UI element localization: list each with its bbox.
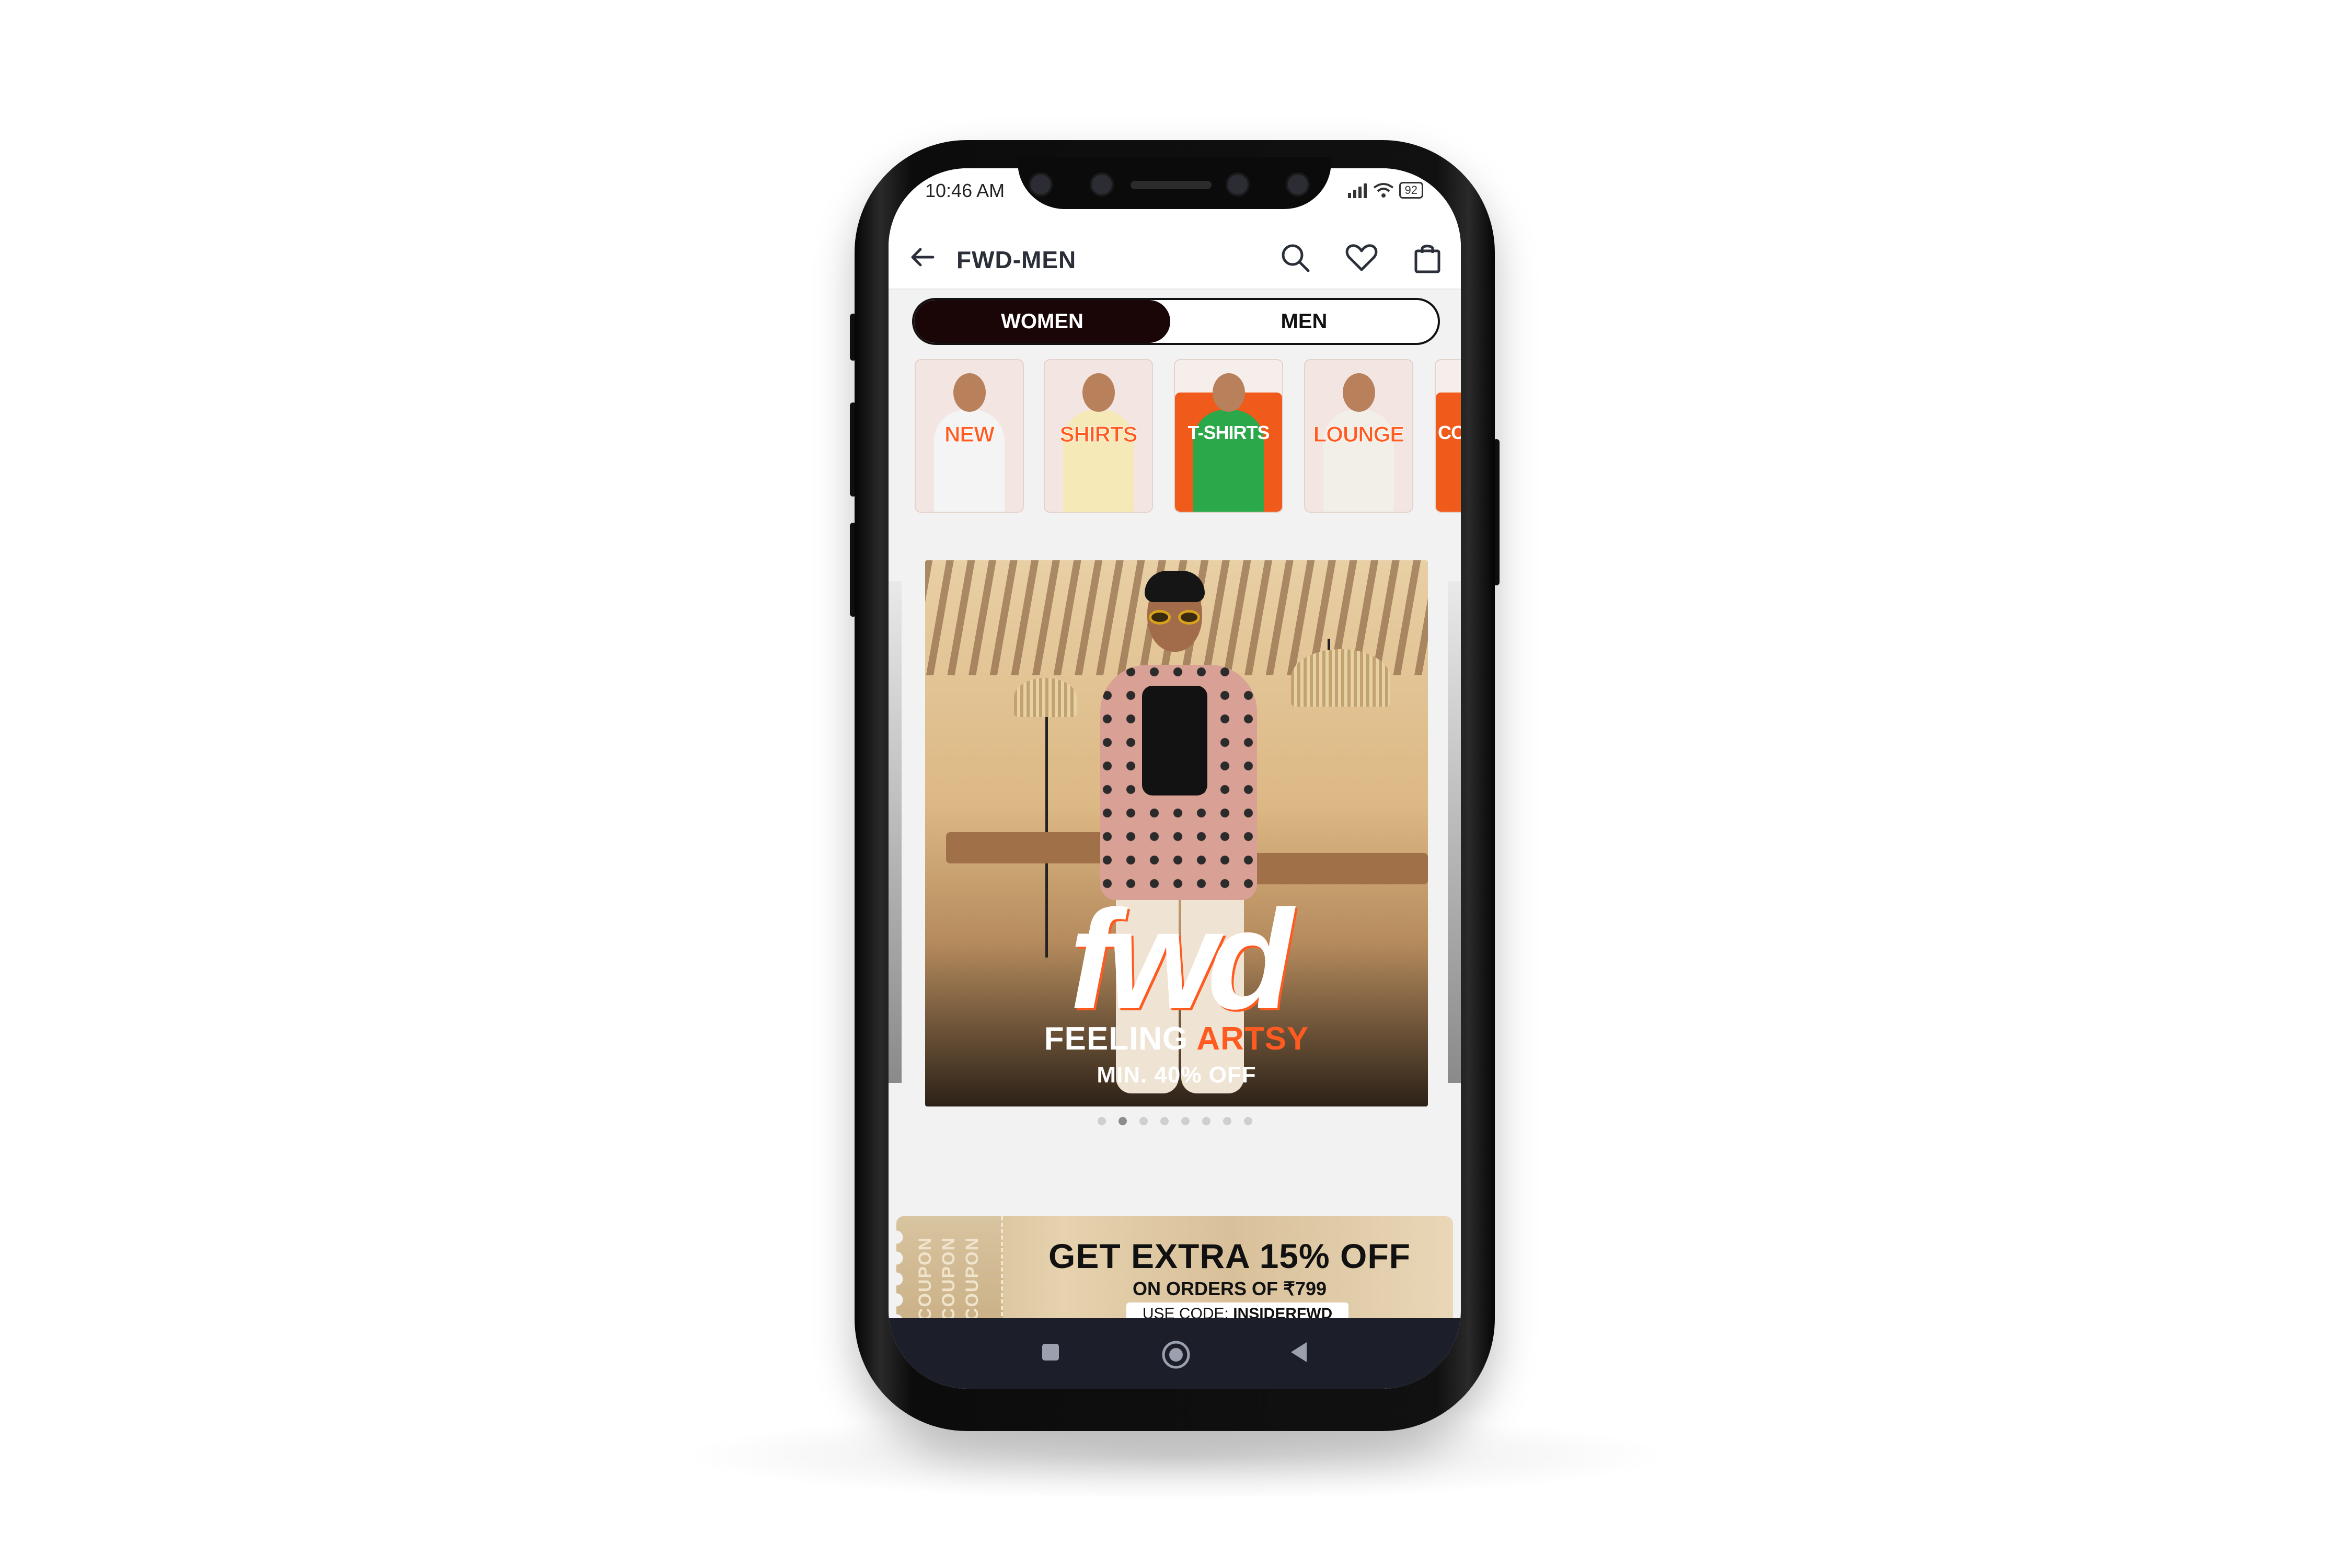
lamp-shade-right [1291,649,1390,707]
bench-left [946,832,1119,863]
category-label: SHIRTS [1059,422,1138,447]
coupon-notches [896,1227,904,1331]
page-title: FWD-MEN [956,246,1077,273]
carousel-dot[interactable] [1202,1117,1210,1125]
coupon-title: GET EXTRA 15% OFF [1048,1237,1411,1275]
carousel-dot[interactable] [1139,1117,1148,1125]
lamp-shade-left [1014,678,1077,717]
camera-lens [1090,172,1114,197]
toggle-men[interactable]: MEN [1170,300,1438,343]
banner-offer: MIN. 40% OFF [1097,1062,1256,1088]
phone-screen: 10:46 AM 92 FWD-MEN WOMEN MEN NEW SHIRTS… [889,168,1461,1389]
category-new[interactable]: NEW [915,359,1024,513]
category-photo-head [1082,373,1115,412]
square-icon[interactable] [1037,1339,1064,1365]
category-photo-head [953,373,986,412]
sunglasses [1149,610,1201,625]
triangle-left-icon[interactable] [1286,1339,1312,1365]
carousel-prev-peek [889,581,902,1083]
carousel-dot[interactable] [1097,1117,1106,1125]
category-strip: NEW SHIRTS T-SHIRTS LOUNGE CO [889,359,1461,516]
carousel-dot[interactable] [1243,1117,1252,1125]
coupon-stub-label: COUPON [938,1237,959,1321]
heart-icon[interactable] [1344,240,1379,275]
signal-icon [1347,183,1367,198]
category-tshirts[interactable]: T-SHIRTS [1174,359,1283,513]
shopping-bag-icon[interactable] [1410,240,1445,275]
person-tank [1142,686,1207,795]
camera-lens [1226,172,1250,197]
status-time: 10:46 AM [925,180,1005,201]
brand-logo: fwd [1069,881,1294,1039]
category-shirts[interactable]: SHIRTS [1044,359,1153,513]
bench-right [1233,853,1428,884]
status-icons: 92 [1347,182,1423,199]
coupon-subtitle: ON ORDERS OF ₹799 [1133,1278,1327,1299]
category-photo-head [1343,373,1375,412]
battery-icon: 92 [1399,182,1423,199]
arrow-left-icon[interactable] [907,241,938,273]
carousel-next-peek [1448,581,1461,1083]
search-icon[interactable] [1278,240,1312,275]
coupon-stub-label: COUPON [915,1237,935,1321]
coupon-stub-label: COUPON [962,1237,982,1321]
wifi-icon [1373,183,1393,198]
tagline-part-b: ARTSY [1196,1021,1309,1057]
banner-tagline: FEELING ARTSY [925,1020,1428,1057]
toggle-women[interactable]: WOMEN [914,300,1170,343]
category-label: CO [1438,422,1461,443]
category-photo-head [1213,373,1245,412]
carousel-dot[interactable] [1118,1117,1127,1125]
hero-banner[interactable]: fwd FEELING ARTSY MIN. 40% OFF [925,560,1428,1106]
camera-lens [1029,172,1053,197]
gender-toggle: WOMEN MEN [912,298,1440,345]
circle-icon[interactable] [1160,1339,1192,1370]
carousel-dots [889,1117,1461,1125]
category-co[interactable]: CO [1435,359,1461,513]
category-label: T-SHIRTS [1187,422,1270,443]
carousel-dot[interactable] [1223,1117,1231,1125]
category-panel [1436,393,1461,512]
earpiece-speaker [1131,181,1212,189]
camera-lens [1286,172,1310,197]
person-hair [1145,571,1205,602]
category-label: NEW [944,422,995,447]
carousel-dot[interactable] [1181,1117,1190,1125]
category-lounge[interactable]: LOUNGE [1304,359,1413,513]
system-nav-bar [889,1318,1461,1389]
carousel-dot[interactable] [1160,1117,1169,1125]
category-label: LOUNGE [1313,422,1405,447]
tagline-part-a: FEELING [1044,1021,1189,1057]
app-header: FWD-MEN [889,226,1461,290]
